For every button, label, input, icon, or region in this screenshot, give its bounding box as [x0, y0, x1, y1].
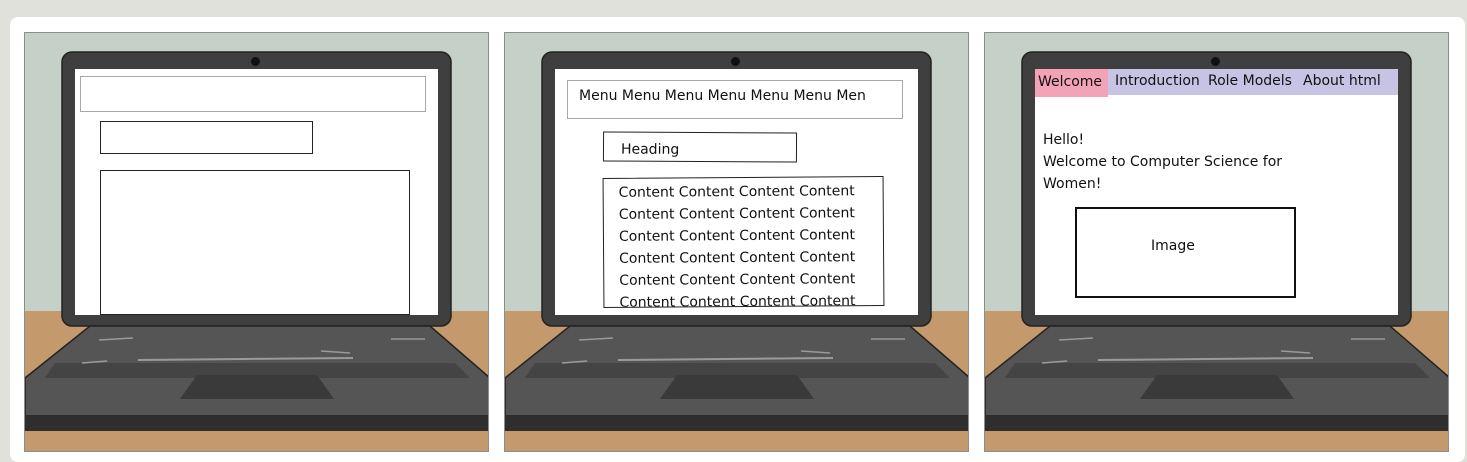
greeting-line: Welcome to Computer Science for — [1043, 154, 1283, 170]
nav-item-role-models[interactable]: Role Models — [1208, 73, 1292, 89]
panel-2: Menu Menu Menu Menu Menu Menu Men Headin… — [504, 32, 969, 452]
laptop-screen: Menu Menu Menu Menu Menu Menu Men Headin… — [555, 69, 918, 315]
heading-placeholder-box — [100, 121, 313, 154]
nav-item-introduction[interactable]: Introduction — [1115, 73, 1200, 89]
image-placeholder: Image — [1075, 207, 1296, 298]
content-line: Content Content Content Content — [619, 271, 856, 289]
content-placeholder-box — [100, 170, 410, 315]
content-box: Content Content Content Content Content … — [602, 176, 885, 308]
heading-box: Heading — [602, 131, 798, 163]
nav-placeholder-box — [80, 76, 426, 112]
laptop-edge — [985, 415, 1448, 431]
site-nav-bar: Welcome Introduction Role Models About h… — [1035, 69, 1398, 97]
greeting-line: Women! — [1043, 176, 1102, 192]
touchpad-icon — [660, 375, 814, 399]
laptop-screen: Welcome Introduction Role Models About h… — [1035, 69, 1398, 315]
webcam-icon — [1211, 57, 1220, 66]
laptop-edge — [505, 415, 968, 431]
menu-bar: Menu Menu Menu Menu Menu Menu Men — [567, 80, 903, 119]
nav-item-welcome[interactable]: Welcome — [1035, 69, 1109, 97]
content-line: Content Content Content Content — [619, 249, 856, 267]
webcam-icon — [251, 57, 260, 66]
laptop-edge — [25, 415, 488, 431]
image-label: Image — [1151, 238, 1195, 254]
nav-item-about-html[interactable]: About html — [1303, 73, 1381, 89]
laptop-screen — [75, 69, 438, 315]
greeting-text: Hello! Welcome to Computer Science for W… — [1043, 129, 1282, 195]
content-line: Content Content Content Content — [618, 227, 856, 245]
webcam-icon — [731, 57, 740, 66]
touchpad-icon — [180, 375, 334, 399]
panel-1 — [24, 32, 489, 452]
touchpad-icon — [1140, 375, 1294, 399]
greeting-line: Hello! — [1043, 132, 1085, 148]
content-line: Content Content Content Content — [619, 293, 856, 308]
content-line: Content Content Content Content — [618, 183, 855, 201]
panel-3: Welcome Introduction Role Models About h… — [984, 32, 1449, 452]
content-line: Content Content Content Content — [618, 205, 855, 223]
